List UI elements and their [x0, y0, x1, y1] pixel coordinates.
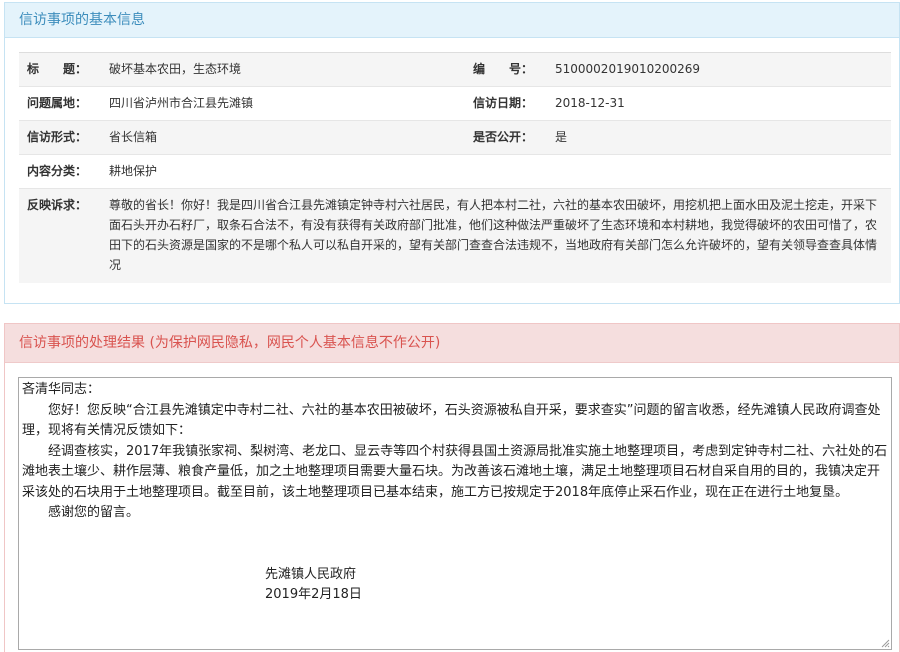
resize-grip-icon[interactable] [881, 639, 890, 648]
public-label: 是否公开： [465, 120, 555, 155]
table-row: 信访形式： 省长信箱 是否公开： 是 [19, 120, 891, 155]
subject-value: 破坏基本农田，生态环境 [109, 52, 465, 87]
reply-paragraph: 经调查核实，2017年我镇张家祠、梨树湾、老龙口、显云寺等四个村获得县国土资源局… [22, 443, 888, 500]
table-row: 问题属地： 四川省泸州市合江县先滩镇 信访日期： 2018-12-31 [19, 86, 891, 121]
category-value: 耕地保护 [109, 154, 891, 189]
table-row: 标 题： 破坏基本农田，生态环境 编 号： 510000201901020026… [19, 52, 891, 87]
number-value: 5100002019010200269 [555, 52, 891, 87]
reply-textarea[interactable]: 吝清华同志： 您好！您反映“合江县先滩镇定中寺村二社、六社的基本农田被破坏，石头… [18, 377, 892, 650]
reply-spacer [22, 524, 888, 565]
date-label: 信访日期： [465, 86, 555, 121]
basic-info-panel: 信访事项的基本信息 标 题： 破坏基本农田，生态环境 编 号： 51000020… [4, 2, 900, 304]
reply-paragraph: 您好！您反映“合江县先滩镇定中寺村二社、六社的基本农田被破坏，石头资源被私自开采… [22, 402, 881, 439]
privacy-note: (为保护网民隐私，网民个人基本信息不作公开) [149, 335, 441, 351]
location-label: 问题属地： [19, 86, 109, 121]
result-header: 信访事项的处理结果 (为保护网民隐私，网民个人基本信息不作公开) [5, 324, 899, 363]
complaint-label: 反映诉求： [19, 188, 109, 283]
reply-paragraph: 感谢您的留言。 [48, 505, 140, 520]
subject-label: 标 题： [19, 52, 109, 87]
number-label: 编 号： [465, 52, 555, 87]
location-value: 四川省泸州市合江县先滩镇 [109, 86, 465, 121]
complaint-value: 尊敬的省长！你好！我是四川省合江县先滩镇定钟寺村六社居民，有人把本村二社，六社的… [109, 188, 891, 283]
category-label: 内容分类： [19, 154, 109, 189]
public-value: 是 [555, 120, 891, 155]
reply-signature-org: 先滩镇人民政府 [265, 566, 357, 582]
basic-info-header: 信访事项的基本信息 [5, 3, 899, 38]
table-row: 内容分类： 耕地保护 [19, 154, 891, 189]
result-title: 信访事项的处理结果 [19, 335, 145, 351]
result-panel: 信访事项的处理结果 (为保护网民隐私，网民个人基本信息不作公开) 吝清华同志： … [4, 323, 900, 652]
table-row: 反映诉求： 尊敬的省长！你好！我是四川省合江县先滩镇定钟寺村六社居民，有人把本村… [19, 188, 891, 283]
basic-info-table: 标 题： 破坏基本农田，生态环境 编 号： 510000201901020026… [19, 52, 891, 283]
reply-signature-date: 2019年2月18日 [265, 587, 362, 602]
form-value: 省长信箱 [109, 120, 465, 155]
reply-greeting: 吝清华同志： [22, 382, 101, 397]
form-label: 信访形式： [19, 120, 109, 155]
date-value: 2018-12-31 [555, 86, 891, 121]
